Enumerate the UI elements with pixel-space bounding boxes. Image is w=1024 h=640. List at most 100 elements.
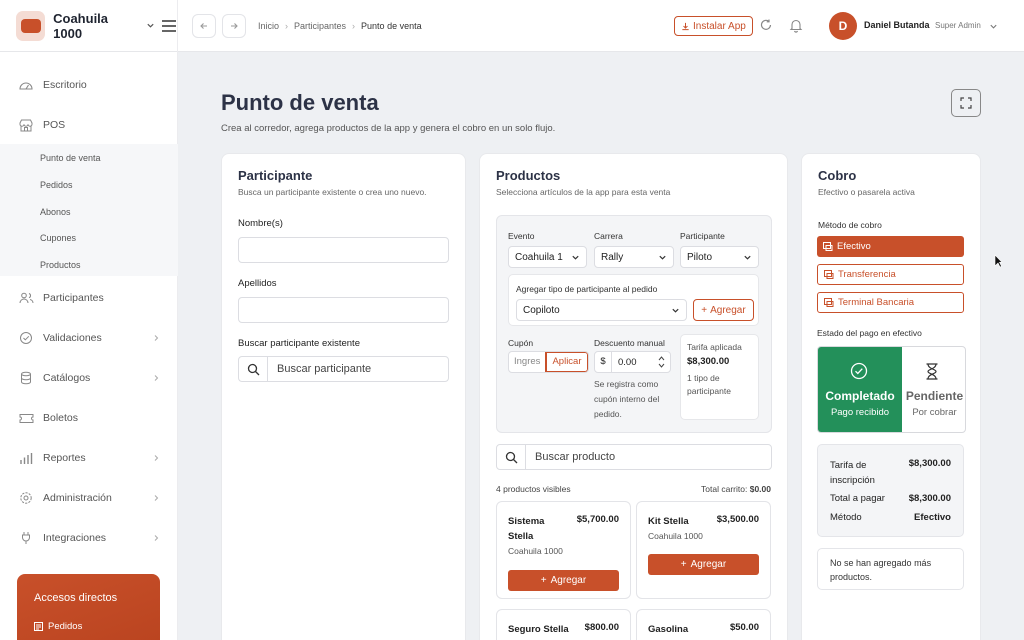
participante-card: Participante Busca un participante exist… [221,153,466,640]
resumen-value: Efectivo [914,512,951,523]
cupon-input[interactable]: Ingres [509,352,545,372]
store-icon [18,117,34,133]
brand-name: Coahuila 1000 [53,10,109,41]
aplicar-cupon-button[interactable]: Aplicar [545,352,588,372]
sidebar-subitem-productos[interactable]: Productos [40,260,81,270]
stepper-icon[interactable] [658,355,665,369]
sidebar: Escritorio POS Punto de venta Pedidos Ab… [0,52,178,640]
quick-access-title: Accesos directos [34,592,118,604]
database-icon [18,370,34,386]
sidebar-subitem-cupones[interactable]: Cupones [40,233,76,243]
buscar-producto-input[interactable]: Buscar producto [496,444,772,470]
product-card: Gasolina $50.00 [636,609,771,640]
estado-completado-option[interactable]: Completado Pago recibido [818,347,902,432]
nombre-input[interactable] [238,237,449,263]
list-icon [34,622,43,631]
productos-visibles: 4 productos visibles [496,484,571,494]
descuento-note: Se registra como cupón interno del pedid… [594,379,660,419]
metodo-cobro-label: Método de cobro [818,220,882,230]
chevron-right-icon [152,454,160,462]
chevron-right-icon [152,334,160,342]
product-name: Seguro Stella [508,624,569,635]
sidebar-item-boletos[interactable]: Boletos [0,406,178,430]
back-button[interactable] [192,13,216,38]
sidebar-item-escritorio[interactable]: Escritorio [0,73,178,97]
product-price: $50.00 [729,622,759,633]
sidebar-item-catalogos[interactable]: Catálogos [0,366,178,390]
breadcrumb-item[interactable]: Participantes [294,21,346,31]
metodo-terminal-button[interactable]: Terminal Bancaria [817,292,964,313]
resumen-value: $8,300.00 [908,493,951,504]
apellidos-label: Apellidos [238,278,277,289]
tipo-participante-select[interactable]: Copiloto [516,299,687,321]
apellidos-input[interactable] [238,297,449,323]
product-name: Sistema Stella [508,516,545,542]
add-product-button[interactable]: + Agregar [508,570,619,591]
avatar[interactable]: D [829,12,857,40]
user-name[interactable]: Daniel Butanda [864,20,930,30]
evento-label: Evento [508,231,535,241]
fullscreen-button[interactable] [951,89,981,117]
tipo-participante-label: Agregar tipo de participante al pedido [516,284,658,294]
buscar-participante-input[interactable]: Buscar participante [238,356,449,382]
ticket-icon [18,410,34,426]
quick-access-item-pedidos[interactable]: Pedidos [34,621,82,632]
chevron-down-icon [743,253,752,262]
sidebar-item-reportes[interactable]: Reportes [0,446,178,470]
menu-icon[interactable] [161,19,177,33]
evento-select[interactable]: Coahuila 1 [508,246,587,268]
refresh-icon[interactable] [759,18,773,32]
metodo-transferencia-button[interactable]: Transferencia [817,264,964,285]
descuento-input[interactable]: $ 0.00 [594,351,671,373]
chevron-right-icon [152,534,160,542]
chevron-right-icon [152,494,160,502]
estado-pago-toggle: Completado Pago recibido Pendiente Por c… [817,346,966,433]
expand-icon [960,97,972,109]
tarifa-value: $8,300.00 [687,356,730,367]
brand[interactable]: Coahuila 1000 [0,0,178,52]
forward-button[interactable] [222,13,246,38]
install-app-button[interactable]: Instalar App [674,16,753,36]
product-card: Kit Stella $3,500.00 Coahuila 1000 + Agre… [636,501,771,599]
productos-card: Productos Selecciona artículos de la app… [479,153,788,640]
resumen-label: Tarifa de inscripción [830,460,875,486]
chevron-right-icon [152,374,160,382]
quick-access-panel: Accesos directos Pedidos [17,574,160,640]
buscar-participante-label: Buscar participante existente [238,338,360,349]
nombre-label: Nombre(s) [238,218,283,229]
cash-icon [823,242,833,251]
cobro-title: Cobro [818,168,857,183]
agregar-tipo-button[interactable]: + Agregar [693,299,754,321]
breadcrumb-separator: › [285,20,289,31]
sidebar-subitem-punto-de-venta[interactable]: Punto de venta [40,153,101,163]
sidebar-item-integraciones[interactable]: Integraciones [0,526,178,550]
descuento-label: Descuento manual [594,338,665,348]
plus-icon: + [680,559,687,570]
chevron-down-icon[interactable] [146,21,155,30]
sidebar-subitem-abonos[interactable]: Abonos [40,207,71,217]
bell-icon[interactable] [789,18,803,33]
sidebar-item-participantes[interactable]: Participantes [0,286,178,310]
resumen-label: Total a pagar [830,493,885,504]
product-price: $800.00 [584,622,619,633]
chevron-down-icon[interactable] [989,22,998,31]
productos-subtitle: Selecciona artículos de la app para esta… [496,187,671,197]
sidebar-item-pos[interactable]: POS [0,113,178,137]
chevron-down-icon [671,306,680,315]
sidebar-item-administracion[interactable]: Administración [0,486,178,510]
breadcrumb: Inicio › Participantes › Punto de venta [258,21,422,31]
check-circle-icon [850,362,868,380]
tarifa-note: 1 tipo de participante [687,373,731,396]
cobro-subtitle: Efectivo o pasarela activa [818,187,915,197]
estado-pendiente-option[interactable]: Pendiente Por cobrar [902,347,965,432]
metodo-efectivo-button[interactable]: Efectivo [817,236,964,257]
carrera-select[interactable]: Rally [594,246,674,268]
breadcrumb-item[interactable]: Inicio [258,21,279,31]
transfer-icon [824,270,834,279]
sidebar-subitem-pedidos[interactable]: Pedidos [40,180,73,190]
add-product-button[interactable]: + Agregar [648,554,759,575]
sidebar-item-validaciones[interactable]: Validaciones [0,326,178,350]
user-role: Super Admin [935,21,981,30]
participante-tipo-select[interactable]: Piloto [680,246,759,268]
users-icon [18,290,34,306]
